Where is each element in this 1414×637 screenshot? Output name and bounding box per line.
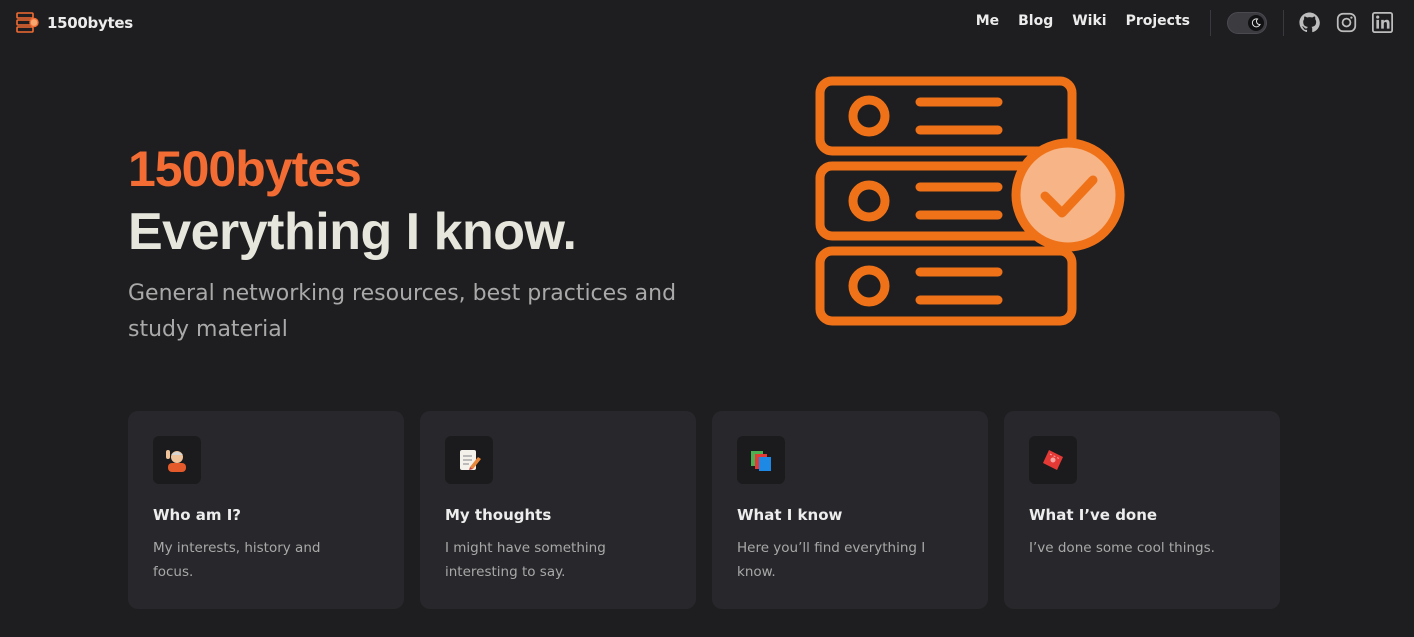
instagram-icon[interactable] bbox=[1336, 12, 1357, 33]
nav-link-me[interactable]: Me bbox=[976, 13, 999, 29]
nav-links: Me Blog Wiki Projects bbox=[976, 13, 1190, 29]
books-emoji-icon bbox=[737, 436, 785, 484]
card-title: Who am I? bbox=[153, 506, 242, 524]
top-nav: 1500bytes Me Blog Wiki Projects bbox=[0, 0, 1414, 46]
card-what-ive-done[interactable]: What I’ve done I’ve done some cool thing… bbox=[1004, 411, 1280, 609]
memo-emoji-icon bbox=[445, 436, 493, 484]
nav-divider bbox=[1210, 10, 1211, 36]
card-my-thoughts[interactable]: My thoughts I might have something inter… bbox=[420, 411, 696, 609]
ticket-emoji-icon bbox=[1029, 436, 1077, 484]
nav-divider-2 bbox=[1283, 10, 1284, 36]
nav-link-projects[interactable]: Projects bbox=[1126, 13, 1190, 29]
server-stack-icon bbox=[16, 12, 39, 33]
card-title: My thoughts bbox=[445, 506, 552, 524]
card-desc: Here you’ll find everything I know. bbox=[737, 540, 926, 580]
card-what-i-know[interactable]: What I know Here you’ll find everything … bbox=[712, 411, 988, 609]
logo-text: 1500bytes bbox=[47, 13, 133, 32]
hero-brand: 1500bytes bbox=[128, 141, 362, 197]
card-who-am-i[interactable]: Who am I? My interests, history and focu… bbox=[128, 411, 404, 609]
hero-subtitle: General networking resources, best pract… bbox=[128, 281, 677, 342]
nav-link-blog[interactable]: Blog bbox=[1018, 13, 1053, 29]
server-check-icon bbox=[815, 76, 1125, 326]
hero-title: Everything I know. bbox=[128, 203, 577, 261]
card-desc: I’ve done some cool things. bbox=[1029, 540, 1215, 556]
linkedin-icon[interactable] bbox=[1372, 12, 1393, 33]
logo-link[interactable]: 1500bytes bbox=[16, 12, 133, 33]
nav-link-wiki[interactable]: Wiki bbox=[1072, 13, 1106, 29]
card-desc: My interests, history and focus. bbox=[153, 540, 321, 580]
theme-toggle[interactable] bbox=[1227, 12, 1267, 34]
card-title: What I know bbox=[737, 506, 843, 524]
card-desc: I might have something interesting to sa… bbox=[445, 540, 606, 580]
github-icon[interactable] bbox=[1299, 12, 1320, 33]
person-waving-emoji-icon bbox=[153, 436, 201, 484]
toggle-knob bbox=[1248, 15, 1264, 31]
moon-icon bbox=[1251, 18, 1261, 28]
card-title: What I’ve done bbox=[1029, 506, 1158, 524]
